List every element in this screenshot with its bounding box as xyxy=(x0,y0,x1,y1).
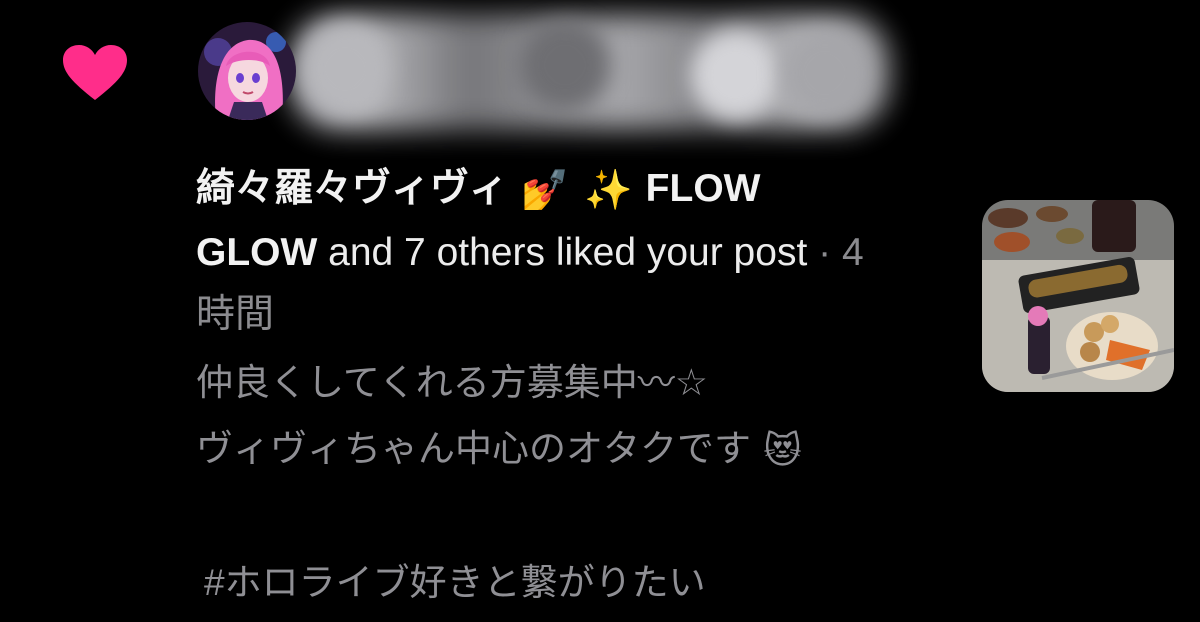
hashtag-link[interactable]: #ホロライブ好きと繋がりたい xyxy=(196,550,956,616)
post-line-2-text: ヴィヴィちゃん中心のオタクです xyxy=(196,428,751,469)
separator: · xyxy=(818,230,832,274)
action-text: and 7 others liked your post xyxy=(328,230,808,274)
post-text[interactable]: 仲良くしてくれる方募集中〰☆ ヴィヴィちゃん中心のオタクです 😻 #ホロライブ好… xyxy=(196,350,956,616)
avatar[interactable] xyxy=(198,22,296,120)
nail-polish-emoji: 💅 xyxy=(520,168,570,212)
user-name-1[interactable]: 綺々羅々ヴィヴィ xyxy=(196,167,508,210)
heart-eyes-cat-emoji: 😻 xyxy=(763,430,802,472)
notification-text[interactable]: 綺々羅々ヴィヴィ 💅 ✨ FLOW GLOW and 7 others like… xyxy=(196,158,876,346)
sparkles-emoji: ✨ xyxy=(584,168,633,212)
post-line-2: ヴィヴィちゃん中心のオタクです 😻 xyxy=(196,416,956,484)
post-thumbnail[interactable] xyxy=(982,200,1174,392)
heart-icon xyxy=(62,44,128,102)
post-line-1: 仲良くしてくれる方募集中〰☆ xyxy=(196,362,708,403)
